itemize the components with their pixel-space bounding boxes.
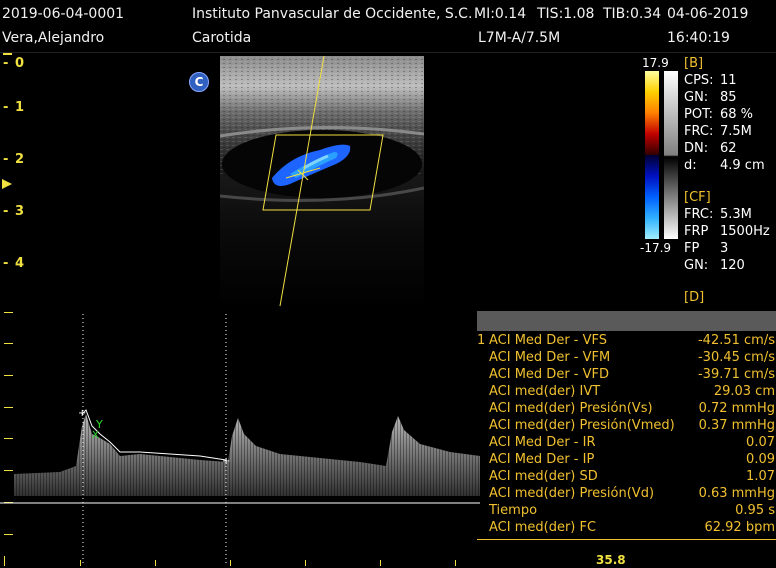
probe-info: L7M-A/7.5M <box>478 30 561 46</box>
colorbar-max: 17.9 <box>642 56 669 70</box>
b-param-key: FRC: <box>684 124 714 139</box>
patient-id: 2019-06-04-0001 <box>2 6 125 22</box>
measurement-row[interactable]: ACI med(der) Presión(Vd) 0.63 mmHg <box>477 486 776 503</box>
measurement-label: Tiempo <box>489 503 538 518</box>
cf-param-key: FRP <box>684 224 709 239</box>
cf-param-val: 1500Hz <box>720 224 770 239</box>
color-mode-badge: C <box>189 72 209 92</box>
measurement-value: 29.03 cm <box>713 384 775 399</box>
b-param-key: POT: <box>684 107 713 122</box>
measurement-label: ACI Med Der - VFD <box>489 367 609 382</box>
measurement-row[interactable]: Tiempo 0.95 s <box>477 503 776 520</box>
b-param-val: 85 <box>720 90 737 105</box>
cf-param-val: 120 <box>720 258 745 273</box>
b-param-key: DN: <box>684 141 709 156</box>
measurement-value: -39.71 cm/s <box>697 367 775 382</box>
depth-label-3: 3 <box>15 204 25 219</box>
d-params-title: [D] <box>684 290 705 305</box>
svg-text:+: + <box>222 456 230 467</box>
measurement-label: ACI Med Der - VFS <box>489 333 608 348</box>
measurement-row[interactable]: ACI med(der) FC 62.92 bpm <box>477 520 776 537</box>
measurement-label: ACI Med Der - IR <box>489 435 596 450</box>
measurement-value: 0.72 mmHg <box>698 401 775 416</box>
depth-label-2: 2 <box>15 152 25 167</box>
measurement-row[interactable]: 1 ACI Med Der - VFS -42.51 cm/s <box>477 333 776 350</box>
cf-param-key: GN: <box>684 258 709 273</box>
measurement-value: 62.92 bpm <box>704 520 775 535</box>
depth-label-0: 0 <box>15 56 25 71</box>
cf-param-val: 5.3M <box>720 207 752 222</box>
measurement-index: 1 <box>477 333 486 348</box>
measurement-label: ACI med(der) Presión(Vd) <box>489 486 655 501</box>
measurement-value: 1.07 <box>746 469 775 484</box>
measurement-value: 0.09 <box>746 452 775 467</box>
svg-text:+: + <box>78 408 86 419</box>
measurement-value: 0.37 mmHg <box>698 418 775 433</box>
measurements-header-bar[interactable] <box>477 311 776 331</box>
measurement-label: ACI med(der) SD <box>489 469 598 484</box>
b-params-title: [B] <box>684 56 704 71</box>
cf-params-title: [CF] <box>684 190 711 205</box>
measurement-value: 0.95 s <box>735 503 775 518</box>
measurement-row[interactable]: ACI med(der) Presión(Vmed) 0.37 mmHg <box>477 418 776 435</box>
measurement-value: 0.63 mmHg <box>698 486 775 501</box>
b-param-key: GN: <box>684 90 709 105</box>
depth-label-1: 1 <box>15 100 25 115</box>
measurement-row[interactable]: ACI Med Der - IR 0.07 <box>477 435 776 452</box>
spectral-doppler-trace[interactable]: + Y X + <box>0 306 480 568</box>
measurement-label: ACI med(der) IVT <box>489 384 601 399</box>
measurement-row[interactable]: ACI med(der) IVT 29.03 cm <box>477 384 776 401</box>
measurement-label: ACI med(der) Presión(Vmed) <box>489 418 675 433</box>
exam-type: Carotida <box>192 30 252 46</box>
thermal-index-soft: TIS:1.08 <box>537 6 595 22</box>
colorbar-min: -17.9 <box>640 241 672 255</box>
focus-marker-icon[interactable] <box>2 179 14 191</box>
measurement-label: ACI Med Der - IP <box>489 452 595 467</box>
measurement-row[interactable]: ACI Med Der - VFD -39.71 cm/s <box>477 367 776 384</box>
svg-text:X: X <box>92 430 99 441</box>
sweep-readout: 35.8 <box>596 553 626 567</box>
measurement-value: 0.07 <box>746 435 775 450</box>
b-param-val: 11 <box>720 73 737 88</box>
b-param-key: d: <box>684 158 697 173</box>
grayscale-bar <box>664 71 678 239</box>
measurement-value: -30.45 cm/s <box>697 350 775 365</box>
b-param-val: 7.5M <box>720 124 752 139</box>
colorbar-negative <box>645 155 659 239</box>
measurement-row[interactable]: ACI Med Der - IP 0.09 <box>477 452 776 469</box>
b-param-key: CPS: <box>684 73 714 88</box>
thermal-index-bone: TIB:0.34 <box>603 6 662 22</box>
cf-param-key: FP <box>684 241 700 256</box>
measurement-value: -42.51 cm/s <box>697 333 775 348</box>
measurements-panel: 1 ACI Med Der - VFS -42.51 cm/s ACI Med De… <box>477 333 776 539</box>
measurements-divider <box>477 539 776 540</box>
mechanical-index: MI:0.14 <box>474 6 527 22</box>
bmode-image[interactable] <box>220 56 424 308</box>
exam-time: 16:40:19 <box>667 30 730 46</box>
patient-name: Vera,Alejandro <box>2 30 105 46</box>
measurement-row[interactable]: ACI Med Der - VFM -30.45 cm/s <box>477 350 776 367</box>
measurement-row[interactable]: ACI med(der) SD 1.07 <box>477 469 776 486</box>
colorbar-positive <box>645 71 659 155</box>
cf-param-val: 3 <box>720 241 729 256</box>
institution-name: Instituto Panvascular de Occidente, S.C. <box>192 6 473 22</box>
b-param-val: 62 <box>720 141 737 156</box>
measurement-label: ACI med(der) FC <box>489 520 597 535</box>
b-param-val: 4.9 cm <box>720 158 765 173</box>
header-divider <box>0 52 776 53</box>
depth-top-tick <box>3 53 12 55</box>
measurement-label: ACI Med Der - VFM <box>489 350 611 365</box>
depth-label-4: 4 <box>15 256 25 271</box>
exam-date: 04-06-2019 <box>667 6 749 22</box>
cf-param-key: FRC: <box>684 207 714 222</box>
measurement-row[interactable]: ACI med(der) Presión(Vs) 0.72 mmHg <box>477 401 776 418</box>
measurement-label: ACI med(der) Presión(Vs) <box>489 401 653 416</box>
b-param-val: 68 % <box>720 107 754 122</box>
